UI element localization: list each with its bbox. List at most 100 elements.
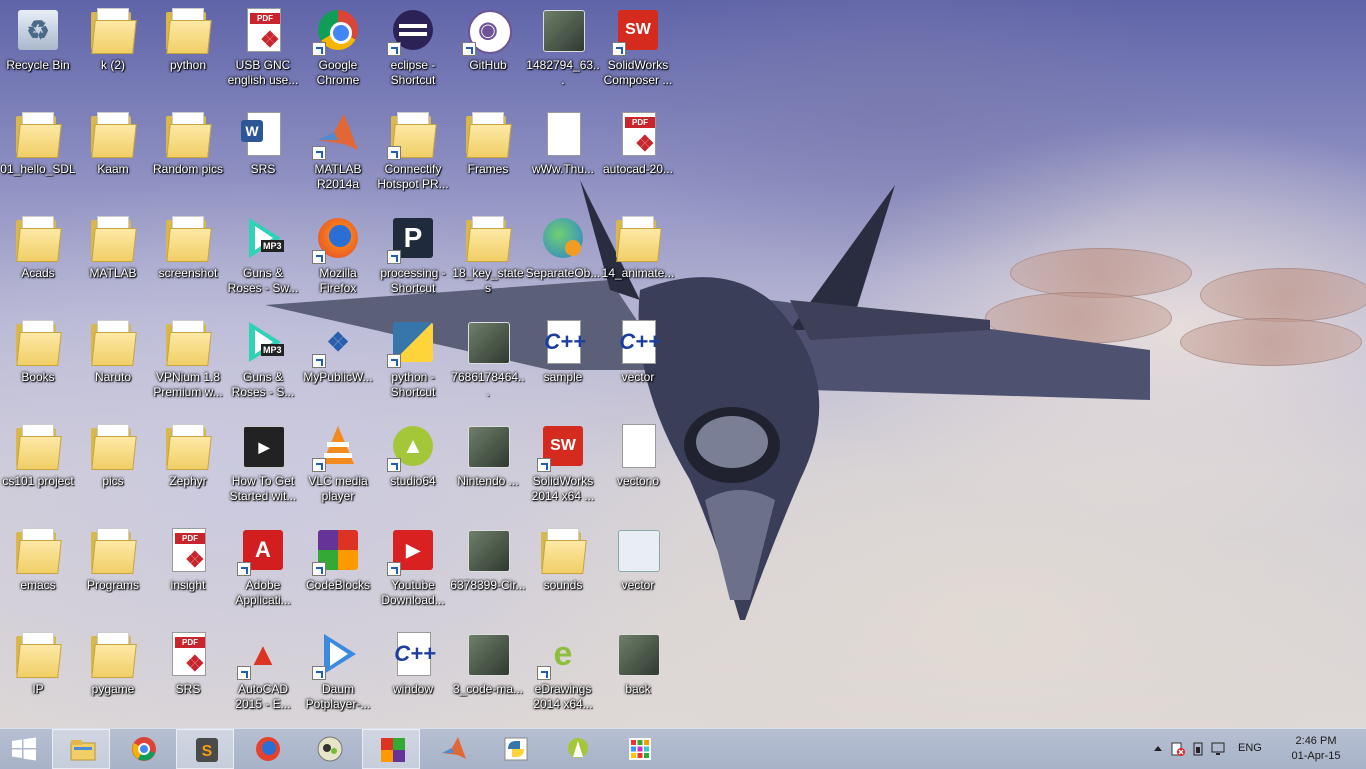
desktop-icon-codeblocks[interactable]: CodeBlocks [300,520,376,620]
taskbar-file-explorer-button[interactable] [52,729,110,769]
desktop-icon-frames[interactable]: Frames [450,104,526,204]
desktop-icon-usb-gnc-english-use[interactable]: PDF ❖ USB GNC english use... [225,0,301,100]
chrome-icon [312,6,362,56]
desktop-icon-autocad-2015-e[interactable]: ▲ AutoCAD 2015 - E... [225,624,301,724]
desktop-icon-label: Daum Potplayer-... [305,682,371,711]
desktop-icon-connectify-hotspot-pr[interactable]: Connectify Hotspot PR... [375,104,451,204]
shortcut-arrow-icon [387,562,401,576]
folder-icon [89,6,137,54]
power-icon[interactable] [1190,741,1206,757]
desktop-icon-vlc-media-player[interactable]: VLC media player [300,416,376,516]
desktop-icon-7686178464[interactable]: 7686178464... [450,312,526,412]
desktop-icon-programs[interactable]: Programs [75,520,151,620]
desktop-icon-books[interactable]: Books [0,312,76,412]
taskbar-sublime-text-button[interactable]: S [176,729,234,769]
desktop-icon-adobe-applicati[interactable]: A Adobe Applicati... [225,520,301,620]
desktop-icon-label: sample [543,370,583,384]
desktop-icon-vector-o[interactable]: vector.o [600,416,676,516]
desktop-icon-vector[interactable]: C++ vector [600,312,676,412]
taskbar-matlab-button[interactable] [424,729,482,769]
taskbar-firefox-button[interactable] [238,729,296,769]
eclipse-icon [387,6,437,56]
desktop-icon-emacs[interactable]: emacs [0,520,76,620]
desktop-icon-autocad-20[interactable]: PDF ❖ autocad-20... [600,104,676,204]
desktop-icon-ip[interactable]: IP [0,624,76,724]
desktop-icon-solidworks-2014-x64[interactable]: SW SolidWorks 2014 x64 ... [525,416,601,516]
desktop-icon-1482794-63[interactable]: 1482794_63... [525,0,601,100]
show-hidden-icons-icon[interactable] [1150,741,1166,757]
desktop-icon-processing-shortcut[interactable]: Pprocessing - Shortcut [375,208,451,308]
desktop-icon-cs101-project[interactable]: cs101 project [0,416,76,516]
desktop-icon-python[interactable]: python [150,0,226,100]
desktop-icon-14-animate[interactable]: 14_animate... [600,208,676,308]
desktop-icon-acads[interactable]: Acads [0,208,76,308]
desktop-icon-srs[interactable]: PDF ❖ SRS [150,624,226,724]
desktop-icon-matlab[interactable]: MATLAB [75,208,151,308]
desktop-icon-guns-roses-s[interactable]: MP3 Guns & Roses - S... [225,312,301,412]
desktop-icon-vector[interactable]: vector [600,520,676,620]
clock[interactable]: 2:46 PM 01-Apr-15 [1276,734,1356,764]
desktop-icon-back[interactable]: back [600,624,676,724]
desktop-icon-label: 6378399-Cir... [450,578,526,592]
desktop-icon-screenshot[interactable]: screenshot [150,208,226,308]
desktop-icon-naruto[interactable]: Naruto [75,312,151,412]
desktop-icon-label: Nintendo ... [457,474,519,488]
shortcut-arrow-icon [312,42,326,56]
desktop-icon-www-thu[interactable]: wWw.Thu... [525,104,601,204]
desktop-icon-insight[interactable]: PDF ❖ insight [150,520,226,620]
desktop-icon-sounds[interactable]: sounds [525,520,601,620]
desktop-icon-k-2[interactable]: k (2) [75,0,151,100]
desktop-icon-recycle-bin[interactable]: ♻ Recycle Bin [0,0,76,100]
desktop-icon-separateob[interactable]: SeparateOb... [525,208,601,308]
desktop-icon-vpnium-1-8-premium-w[interactable]: VPNium 1.8 Premium w... [150,312,226,412]
shortcut-arrow-icon [387,146,401,160]
desktop-icon-18-key-states[interactable]: 18_key_states [450,208,526,308]
desktop-icon-youtube-download[interactable]: ▶ Youtube Download... [375,520,451,620]
language-indicator[interactable]: ENG [1238,742,1262,754]
image-icon [614,630,662,678]
desktop-icon-python-shortcut[interactable]: python - Shortcut [375,312,451,412]
mp3-icon: MP3 [239,214,287,262]
desktop-icon-studio64[interactable]: ▲ studio64 [375,416,451,516]
desktop-icon-random-pics[interactable]: Random pics [150,104,226,204]
desktop-icon-01-hello-sdl[interactable]: 01_hello_SDL [0,104,76,204]
pdf-icon: PDF ❖ [164,630,212,678]
desktop-icon-github[interactable]: ◉ GitHub [450,0,526,100]
desktop-icon-daum-potplayer[interactable]: Daum Potplayer-... [300,624,376,724]
desktop-icon-kaam[interactable]: Kaam [75,104,151,204]
desktop-icon-google-chrome[interactable]: Google Chrome [300,0,376,100]
desktop-icon-guns-roses-sw[interactable]: MP3 Guns & Roses - Sw... [225,208,301,308]
desktop-icon-edrawings-2014-x64[interactable]: e eDrawings 2014 x64... [525,624,601,724]
desktop-icon-matlab-r2014a[interactable]: MATLAB R2014a [300,104,376,204]
image-icon [464,526,512,574]
taskbar-android-studio-button[interactable] [548,729,606,769]
taskbar-codeblocks-button[interactable] [362,729,420,769]
desktop-icon-window[interactable]: C++ window [375,624,451,724]
action-center-icon[interactable] [1170,741,1186,757]
desktop-icon-label: python [169,58,207,72]
desktop-icon-mypublicw[interactable]: ❖ MyPublicW... [300,312,376,412]
desktop-icon-solidworks-composer[interactable]: SW SolidWorks Composer ... [600,0,676,100]
desktop-icon-sample[interactable]: C++ sample [525,312,601,412]
desktop-icon-nintendo[interactable]: Nintendo ... [450,416,526,516]
folder-icon [89,526,137,574]
desktop-icon-how-to-get-started-wit[interactable]: ▶ How To Get Started wit... [225,416,301,516]
taskbar-python-button[interactable] [486,729,544,769]
desktop-icon-mozilla-firefox[interactable]: Mozilla Firefox [300,208,376,308]
start-button[interactable] [0,729,48,769]
taskbar-apps-grid-button[interactable] [610,729,668,769]
desktop-icon-label: eclipse - Shortcut [390,58,436,87]
svg-text:S: S [202,743,213,760]
desktop-icon-3-code-ma[interactable]: 3_code-ma... [450,624,526,724]
desktop-icon-srs[interactable]: W SRS [225,104,301,204]
desktop-icon-zephyr[interactable]: Zephyr [150,416,226,516]
network-icon[interactable] [1210,741,1226,757]
taskbar-chrome-button[interactable] [114,729,172,769]
desktop-icon-6378399-cir[interactable]: 6378399-Cir... [450,520,526,620]
shortcut-arrow-icon [612,42,626,56]
desktop-icon-pics[interactable]: pics [75,416,151,516]
desktop-icon-pygame[interactable]: pygame [75,624,151,724]
desktop-icon-eclipse-shortcut[interactable]: eclipse - Shortcut [375,0,451,100]
taskbar-camera-button[interactable] [300,729,358,769]
word-icon: W [239,110,287,158]
